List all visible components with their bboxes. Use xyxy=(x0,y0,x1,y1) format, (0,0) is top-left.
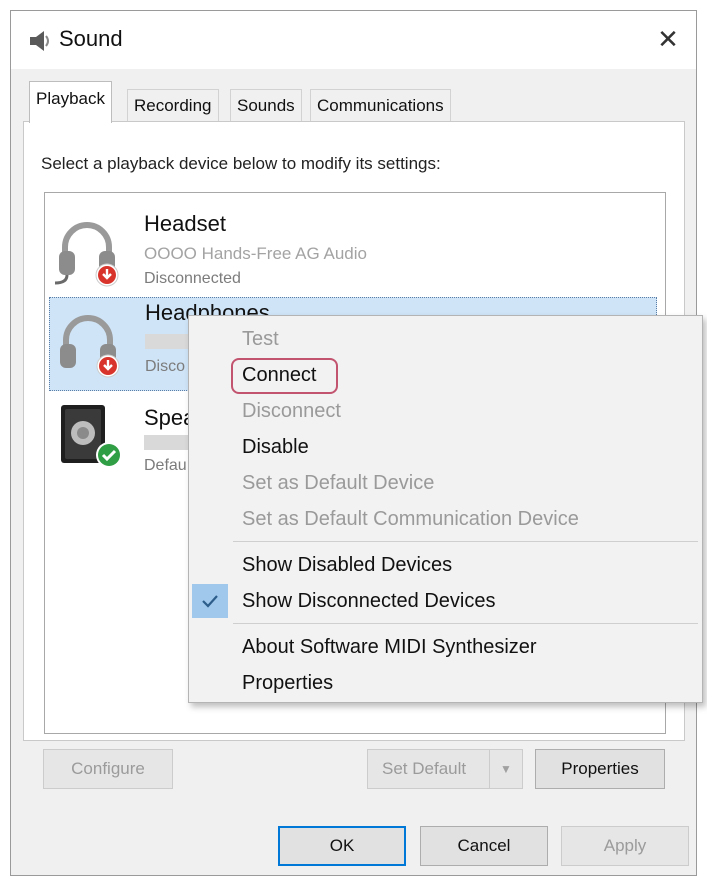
device-item-headset[interactable]: Headset OOOO Hands-Free AG Audio Disconn… xyxy=(49,201,657,295)
tab-sounds[interactable]: Sounds xyxy=(230,89,302,121)
menu-item-disconnect[interactable]: Disconnect xyxy=(189,394,702,428)
speaker-icon xyxy=(30,31,49,51)
menu-item-about-midi-synth[interactable]: About Software MIDI Synthesizer xyxy=(189,630,702,664)
ok-button[interactable]: OK xyxy=(278,826,406,866)
default-check-badge-icon xyxy=(96,442,122,468)
menu-separator xyxy=(233,541,698,542)
menu-item-set-default-communication-device[interactable]: Set as Default Communication Device xyxy=(189,502,702,536)
menu-item-properties[interactable]: Properties xyxy=(189,666,702,700)
tab-playback[interactable]: Playback xyxy=(29,81,112,123)
title-bar: Sound ✕ xyxy=(11,11,696,69)
configure-button[interactable]: Configure xyxy=(43,749,173,789)
tab-recording[interactable]: Recording xyxy=(127,89,219,121)
menu-separator xyxy=(233,623,698,624)
apply-button[interactable]: Apply xyxy=(561,826,689,866)
connect-highlight-ring xyxy=(231,358,338,394)
context-menu: Test Connect Disconnect Disable Set as D… xyxy=(188,315,703,703)
window-title: Sound xyxy=(59,26,123,51)
disconnected-badge-icon xyxy=(96,354,120,378)
menu-item-test[interactable]: Test xyxy=(189,322,702,356)
menu-item-show-disconnected-row: Show Disconnected Devices xyxy=(189,584,702,618)
cancel-button[interactable]: Cancel xyxy=(420,826,548,866)
menu-item-disable[interactable]: Disable xyxy=(189,430,702,464)
device-name: Headset xyxy=(144,211,226,236)
chevron-down-icon[interactable]: ▼ xyxy=(489,750,522,788)
tab-communications[interactable]: Communications xyxy=(310,89,451,121)
set-default-label: Set Default xyxy=(382,759,467,778)
device-description: OOOO Hands-Free AG Audio xyxy=(144,244,367,263)
disconnected-badge-icon xyxy=(95,263,119,287)
instruction-text: Select a playback device below to modify… xyxy=(41,154,441,173)
device-status: Disconnected xyxy=(144,270,241,287)
menu-item-show-disabled-devices[interactable]: Show Disabled Devices xyxy=(189,548,702,582)
device-status: Defau xyxy=(144,457,187,474)
device-status: Disco xyxy=(145,358,186,375)
close-button[interactable]: ✕ xyxy=(646,19,690,59)
menu-item-show-disconnected-devices[interactable]: Show Disconnected Devices xyxy=(189,584,702,618)
properties-button[interactable]: Properties xyxy=(535,749,665,789)
set-default-button[interactable]: Set Default ▼ xyxy=(367,749,523,789)
menu-item-set-default-device[interactable]: Set as Default Device xyxy=(189,466,702,500)
